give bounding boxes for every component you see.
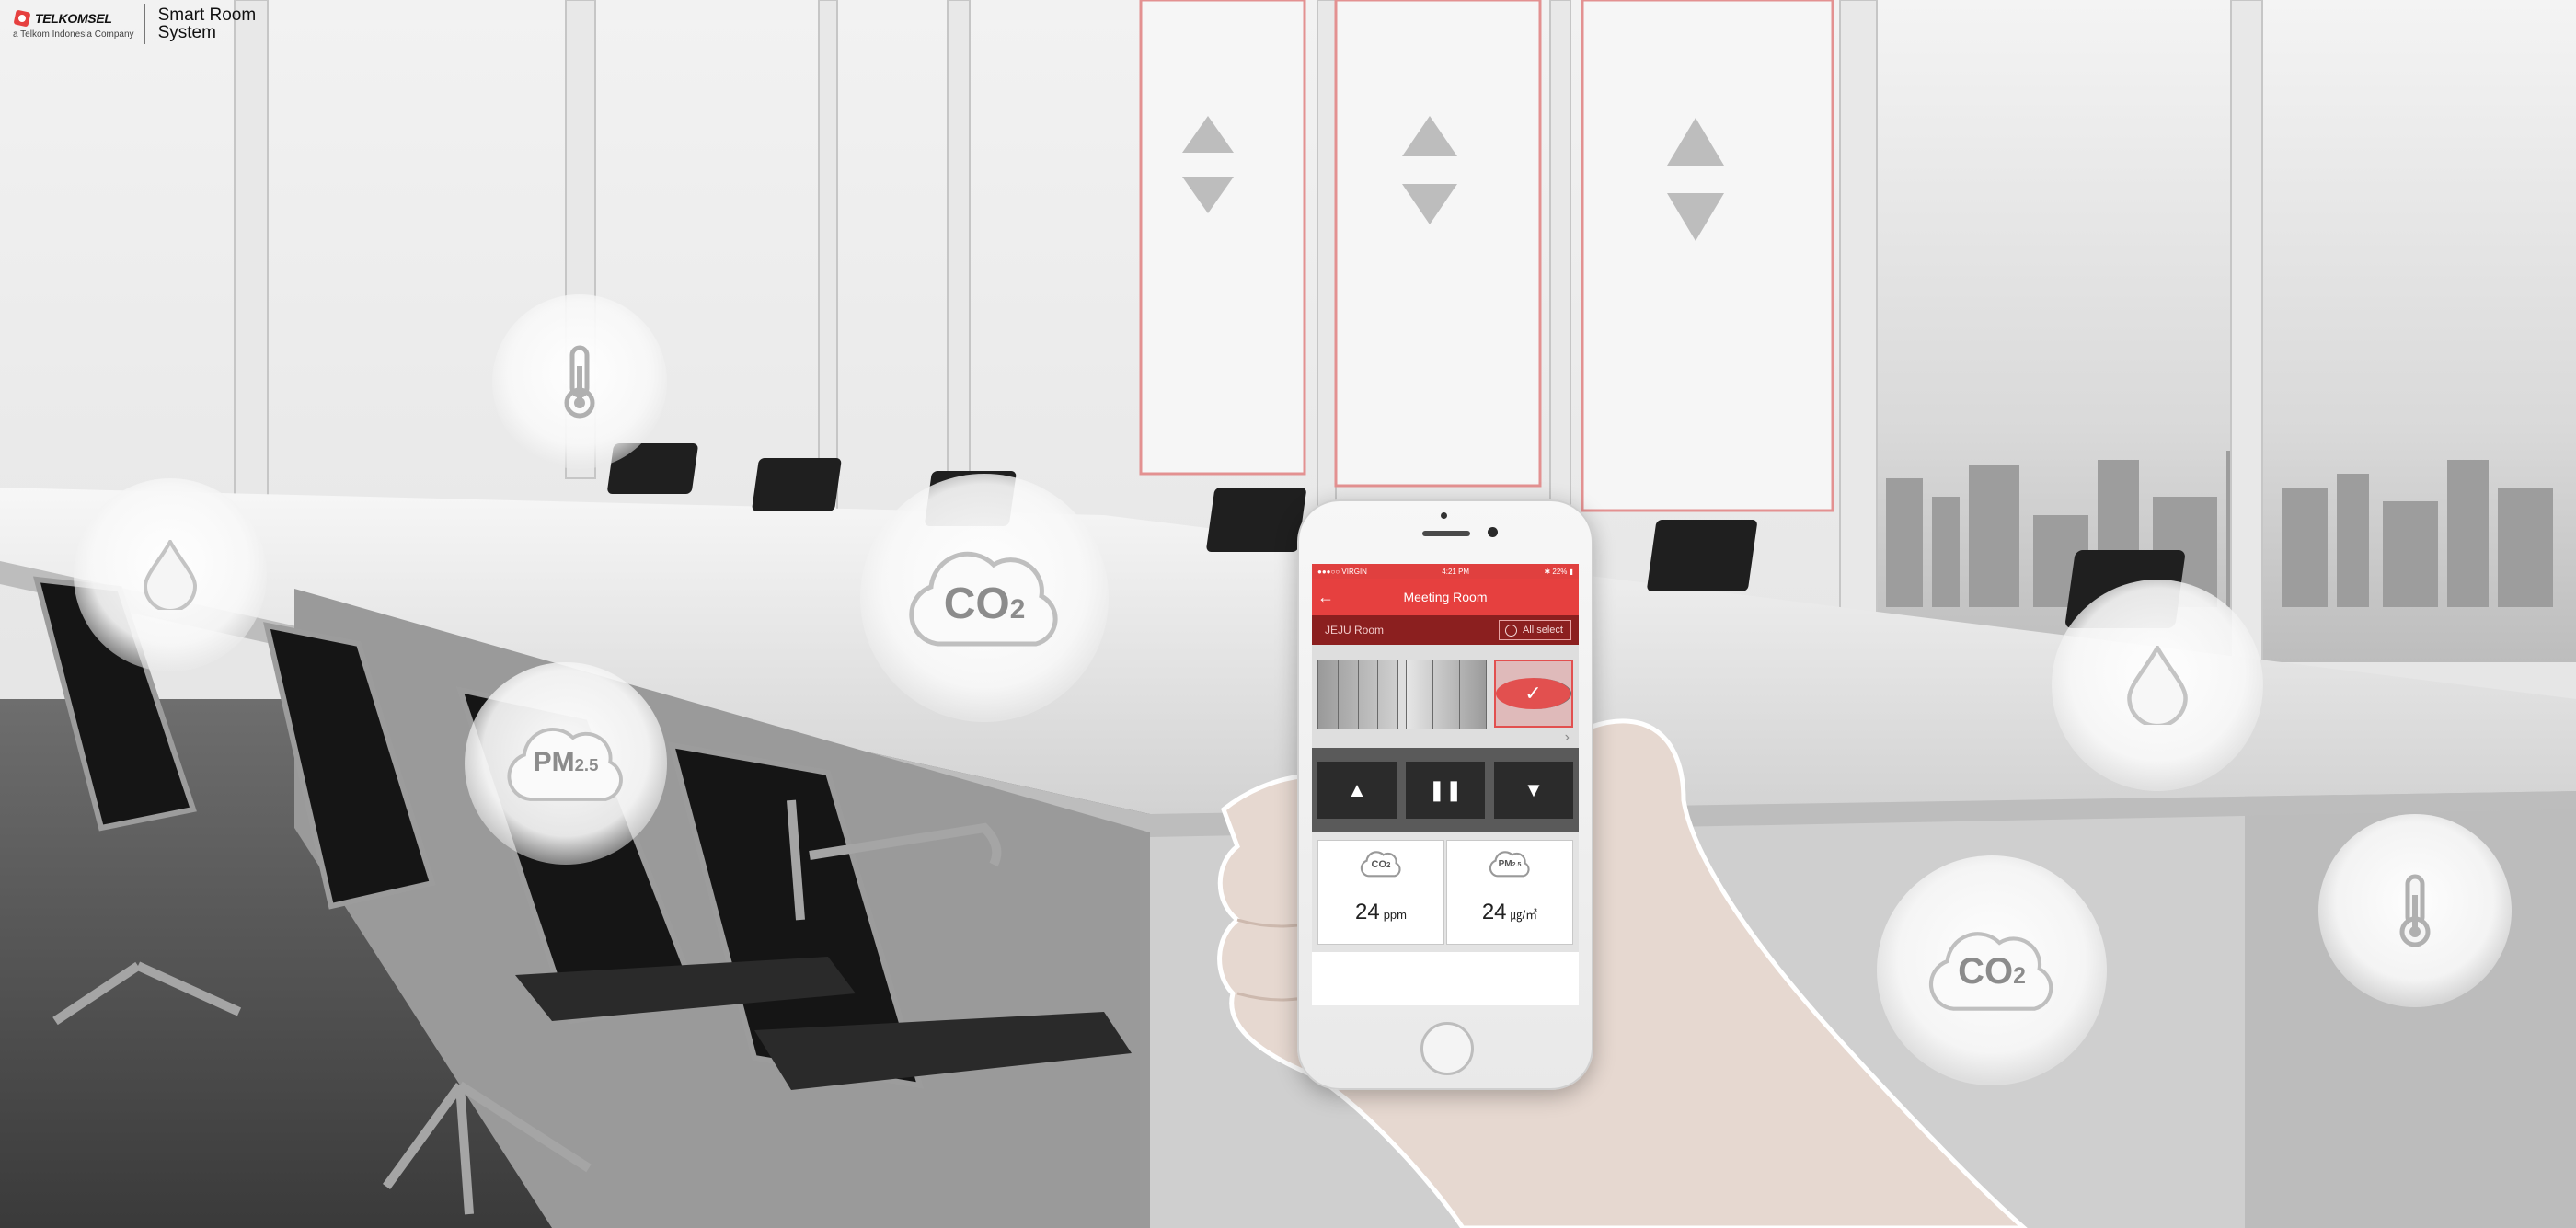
water-drop-icon bbox=[2127, 646, 2188, 725]
carrier-signal: ●●●○○ VIRGIN bbox=[1317, 567, 1367, 576]
pm25-bubble: PM2.5 bbox=[465, 662, 667, 865]
pm25-label: PM2.5 bbox=[533, 747, 599, 777]
status-time: 4:21 PM bbox=[1442, 567, 1470, 576]
temperature-bubble bbox=[492, 294, 667, 469]
blind-1-arrows-icon bbox=[1182, 116, 1234, 213]
chevron-right-icon[interactable]: › bbox=[1565, 729, 1570, 746]
blind-pause-button[interactable]: ❚❚ bbox=[1406, 762, 1485, 819]
blind-option-3-selected[interactable]: ✓ bbox=[1494, 660, 1573, 728]
pm25-reading: 24 ㎍/㎥ bbox=[1481, 900, 1538, 924]
co2-bubble-right: CO2 bbox=[1877, 855, 2107, 1085]
room-name: JEJU Room bbox=[1325, 624, 1385, 637]
telkomsel-mark-icon bbox=[14, 9, 30, 27]
co2-card-label: CO2 bbox=[1371, 859, 1391, 870]
radio-circle-icon bbox=[1504, 624, 1517, 637]
pm25-sensor-card: PM2.5 24 ㎍/㎥ bbox=[1446, 840, 1573, 945]
blind-2-arrows-icon bbox=[1402, 116, 1457, 224]
blind-controls: ▲ ❚❚ ▼ bbox=[1312, 748, 1579, 832]
pm25-card-label: PM2.5 bbox=[1498, 859, 1522, 869]
water-drop-icon bbox=[144, 540, 197, 610]
logo-divider bbox=[143, 4, 145, 44]
status-bar: ●●●○○ VIRGIN 4:21 PM ✱ 22% ▮ bbox=[1312, 564, 1579, 579]
thermometer-icon bbox=[2399, 874, 2431, 947]
all-select-label: All select bbox=[1522, 625, 1563, 636]
co2-bubble-center: CO2 bbox=[860, 474, 1109, 722]
earpiece-dot bbox=[1441, 512, 1447, 519]
product-name: Smart Room System bbox=[158, 6, 257, 41]
checkmark-icon: ✓ bbox=[1496, 678, 1571, 709]
speaker-grille bbox=[1422, 531, 1470, 536]
blind-up-button[interactable]: ▲ bbox=[1317, 762, 1397, 819]
co2-label-right: CO2 bbox=[1958, 951, 2026, 992]
humidity-bubble-right bbox=[2052, 580, 2263, 791]
temperature-bubble-right bbox=[2318, 814, 2512, 1007]
blind-selector: ✓ › bbox=[1312, 645, 1579, 748]
blind-option-2[interactable] bbox=[1406, 660, 1487, 729]
blind-3-arrows-icon bbox=[1667, 118, 1724, 241]
sensor-cards: CO2 24 ppm PM2.5 24 ㎍/㎥ bbox=[1312, 832, 1579, 952]
app-header: ← Meeting Room bbox=[1312, 579, 1579, 615]
home-button[interactable] bbox=[1420, 1022, 1474, 1075]
all-select-button[interactable]: All select bbox=[1498, 620, 1571, 640]
app-screen: ●●●○○ VIRGIN 4:21 PM ✱ 22% ▮ ← Meeting R… bbox=[1312, 564, 1579, 1005]
co2-reading: 24 ppm bbox=[1355, 900, 1407, 924]
brand-tagline: a Telkom Indonesia Company bbox=[13, 29, 134, 40]
blind-down-button[interactable]: ▼ bbox=[1494, 762, 1573, 819]
page-title: Meeting Room bbox=[1403, 590, 1488, 604]
battery-status: ✱ 22% ▮ bbox=[1544, 567, 1573, 576]
front-camera bbox=[1488, 527, 1498, 537]
product-line-1: Smart Room bbox=[157, 6, 257, 25]
smartphone: ●●●○○ VIRGIN 4:21 PM ✱ 22% ▮ ← Meeting R… bbox=[1297, 499, 1593, 1090]
co2-sensor-card: CO2 24 ppm bbox=[1317, 840, 1444, 945]
thermometer-icon bbox=[564, 345, 595, 419]
co2-label: CO2 bbox=[943, 580, 1026, 628]
humidity-bubble-left bbox=[74, 478, 267, 671]
product-line-2: System bbox=[157, 23, 216, 42]
telkomsel-logo: TELKOMSEL a Telkom Indonesia Company Sma… bbox=[13, 4, 256, 44]
room-bar: JEJU Room All select bbox=[1312, 615, 1579, 645]
blind-option-1[interactable] bbox=[1317, 660, 1398, 729]
brand-name: TELKOMSEL bbox=[35, 10, 112, 26]
